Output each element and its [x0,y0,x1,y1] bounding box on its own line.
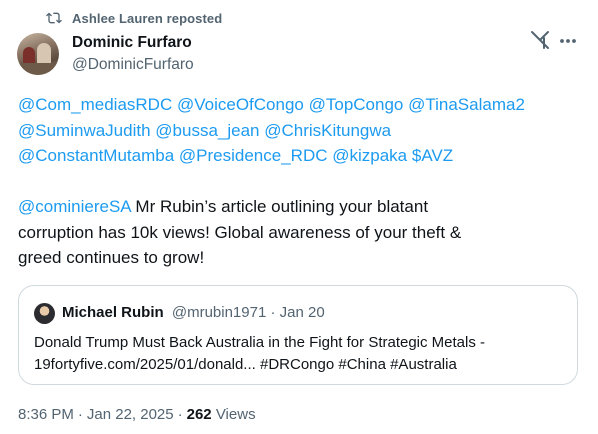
mention-line-1: @Com_mediasRDC @VoiceOfCongo @TopCongo @… [18,92,588,118]
mention-link[interactable]: @kizpaka [332,146,407,165]
quoted-handle[interactable]: @mrubin1971 [172,304,266,321]
grok-icon[interactable] [530,30,550,50]
mention-link[interactable]: @cominiereSA [18,197,131,216]
body-line-3: greed continues to grow! [18,248,205,267]
mention-link[interactable]: @TinaSalama2 [408,95,525,114]
mention-line-2: @SuminwaJudith @bussa_jean @ChrisKitungw… [18,118,588,144]
repost-indicator: Ashlee Lauren reposted [46,9,222,27]
quoted-text-line-1: Donald Trump Must Back Australia in the … [34,334,486,351]
tweet-meta: 8:36 PM · Jan 22, 2025 · 262 Views [18,406,256,423]
repost-icon [46,10,62,26]
quoted-date[interactable]: Jan 20 [280,304,325,321]
quoted-avatar[interactable] [34,303,55,324]
body-text: Mr Rubin’s article outlining your blatan… [130,197,429,216]
hashtag[interactable]: #Australia [390,356,457,373]
quoted-tweet-card[interactable]: Michael Rubin @mrubin1971 · Jan 20 Donal… [18,285,578,385]
cashtag-link[interactable]: $AVZ [412,146,453,165]
quoted-text: Donald Trump Must Back Australia in the … [34,332,574,376]
hashtag[interactable]: #China [338,356,386,373]
body-line-1: @cominiereSA Mr Rubin’s article outlinin… [18,194,588,220]
mention-link[interactable]: @Presidence_RDC [179,146,328,165]
quoted-display-name[interactable]: Michael Rubin [62,304,164,321]
avatar[interactable] [17,33,59,75]
mention-link[interactable]: @ChrisKitungwa [264,121,391,140]
quoted-url[interactable]: 19fortyfive.com/2025/01/donald... [34,356,256,373]
author-block: Dominic Furfaro @DominicFurfaro [72,33,194,75]
author-display-name[interactable]: Dominic Furfaro [72,33,194,52]
mention-link[interactable]: @ConstantMutamba [18,146,174,165]
mention-link[interactable]: @TopCongo [309,95,404,114]
quoted-text-line-2: 19fortyfive.com/2025/01/donald... #DRCon… [34,354,574,376]
mention-link[interactable]: @bussa_jean [155,121,259,140]
mention-link[interactable]: @Com_mediasRDC [18,95,172,114]
views-count[interactable]: 262 [187,406,212,423]
body-line-2: corruption has 10k views! Global awarene… [18,222,462,242]
mention-link[interactable]: @SuminwaJudith [18,121,151,140]
tweet-date[interactable]: Jan 22, 2025 [87,406,174,423]
repost-label[interactable]: Ashlee Lauren reposted [72,11,222,26]
more-icon[interactable] [558,31,578,51]
hashtag[interactable]: #DRCongo [260,356,334,373]
author-handle[interactable]: @DominicFurfaro [72,55,194,75]
quoted-header: Michael Rubin @mrubin1971 · Jan 20 [62,304,325,321]
tweet-time[interactable]: 8:36 PM [18,406,74,423]
tweet-text: @Com_mediasRDC @VoiceOfCongo @TopCongo @… [18,92,588,271]
mention-link[interactable]: @VoiceOfCongo [177,95,304,114]
views-label[interactable]: Views [216,406,256,423]
mention-line-3: @ConstantMutamba @Presidence_RDC @kizpak… [18,143,588,169]
